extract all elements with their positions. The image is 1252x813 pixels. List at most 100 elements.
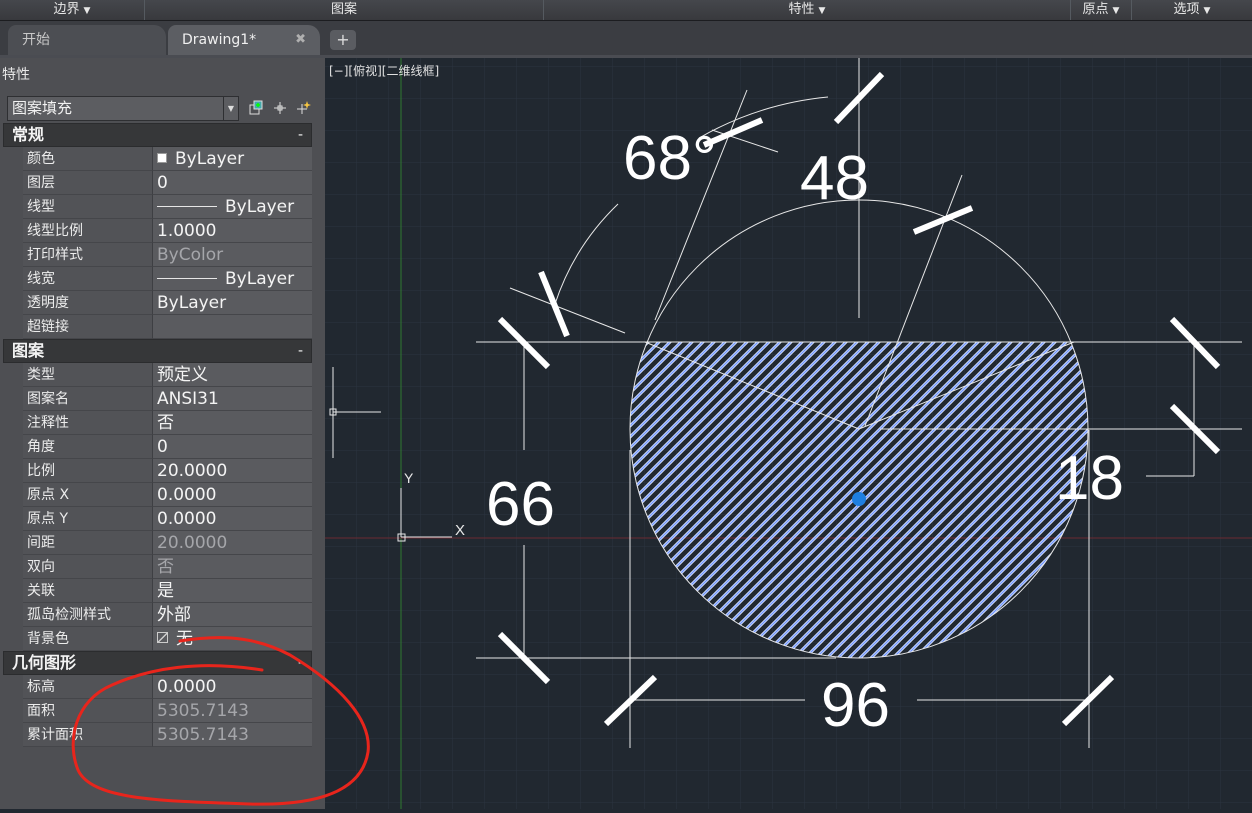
model-space[interactable]: Y X 68° 48 66 18 96 xyxy=(325,58,1252,809)
property-row-origin-x[interactable]: 原点 X 0.0000 xyxy=(3,483,312,507)
dim-top-text[interactable]: 48 xyxy=(800,144,869,213)
close-icon[interactable]: ✖ xyxy=(295,25,306,55)
property-key: 线型比例 xyxy=(23,219,153,243)
options-panel-button[interactable]: 选项 ▼ xyxy=(1132,0,1252,20)
property-value[interactable]: ByLayer xyxy=(153,195,312,219)
section-pattern-label: 图案 xyxy=(12,341,45,360)
property-row-associative[interactable]: 关联 是 xyxy=(3,579,312,603)
property-row-cumulative-area[interactable]: 累计面积 5305.7143 xyxy=(3,723,312,747)
property-row-elevation[interactable]: 标高 0.0000 xyxy=(3,675,312,699)
property-key: 类型 xyxy=(23,363,153,387)
section-geometry[interactable]: 几何图形 - xyxy=(3,651,312,675)
properties-palette: 特性 图案填充 ▼ 常规 - 颜色 ByLayer 图层 0 线型 ByLaye… xyxy=(0,58,325,809)
property-value[interactable]: 0 xyxy=(153,435,312,459)
property-grid: 常规 - 颜色 ByLayer 图层 0 线型 ByLayer 线型比例 1.0… xyxy=(3,123,312,747)
dim-height-text[interactable]: 66 xyxy=(486,470,555,539)
property-value[interactable]: ANSI31 xyxy=(153,387,312,411)
property-row-plot-style[interactable]: 打印样式 ByColor xyxy=(3,243,312,267)
hatch-grip[interactable] xyxy=(852,492,866,506)
object-type-value: 图案填充 xyxy=(12,99,73,117)
dim-width-text[interactable]: 96 xyxy=(821,671,890,740)
property-row-color[interactable]: 颜色 ByLayer xyxy=(3,147,312,171)
property-key: 图案名 xyxy=(23,387,153,411)
toggle-pickadd-icon[interactable] xyxy=(247,100,265,118)
chevron-down-icon: ▼ xyxy=(1112,6,1120,16)
background-color-value: 无 xyxy=(176,629,193,649)
property-value[interactable]: 0.0000 xyxy=(153,507,312,531)
tab-start-label: 开始 xyxy=(22,32,50,48)
property-row-spacing[interactable]: 间距 20.0000 xyxy=(3,531,312,555)
origin-panel-button[interactable]: 原点 ▼ xyxy=(1071,0,1132,20)
pattern-label: 图案 xyxy=(330,2,357,17)
property-value: 5305.7143 xyxy=(153,723,312,747)
property-row-linetype[interactable]: 线型 ByLayer xyxy=(3,195,312,219)
object-type-select[interactable]: 图案填充 ▼ xyxy=(7,96,239,121)
property-row-background-color[interactable]: 背景色 无 xyxy=(3,627,312,651)
drawing-canvas[interactable]: Y X 68° 48 66 18 96 xyxy=(325,58,1252,809)
property-value[interactable]: 20.0000 xyxy=(153,459,312,483)
no-fill-swatch-icon xyxy=(157,632,168,643)
property-row-annotative[interactable]: 注释性 否 xyxy=(3,411,312,435)
property-row-type[interactable]: 类型 预定义 xyxy=(3,363,312,387)
property-key: 标高 xyxy=(23,675,153,699)
property-key: 孤岛检测样式 xyxy=(23,603,153,627)
collapse-icon[interactable]: - xyxy=(298,652,303,674)
chevron-down-icon: ▼ xyxy=(1203,6,1211,16)
property-value[interactable]: 无 xyxy=(153,627,312,651)
new-tab-button[interactable]: + xyxy=(330,30,356,50)
property-value[interactable]: ByLayer xyxy=(153,147,312,171)
dim-right-text[interactable]: 18 xyxy=(1055,444,1124,513)
property-value[interactable] xyxy=(153,315,312,339)
section-pattern[interactable]: 图案 - xyxy=(3,339,312,363)
property-value[interactable]: 是 xyxy=(153,579,312,603)
property-value[interactable]: 1.0000 xyxy=(153,219,312,243)
property-value[interactable]: ByLayer xyxy=(153,267,312,291)
property-row-pattern-name[interactable]: 图案名 ANSI31 xyxy=(3,387,312,411)
property-row-lineweight[interactable]: 线宽 ByLayer xyxy=(3,267,312,291)
quick-select-icon[interactable] xyxy=(295,100,313,118)
collapse-icon[interactable]: - xyxy=(298,340,303,362)
property-value[interactable]: 预定义 xyxy=(153,363,312,387)
property-key: 角度 xyxy=(23,435,153,459)
property-row-area[interactable]: 面积 5305.7143 xyxy=(3,699,312,723)
property-value[interactable]: 外部 xyxy=(153,603,312,627)
property-value[interactable]: ByLayer xyxy=(153,291,312,315)
property-key: 颜色 xyxy=(23,147,153,171)
property-row-scale[interactable]: 比例 20.0000 xyxy=(3,459,312,483)
property-row-angle[interactable]: 角度 0 xyxy=(3,435,312,459)
dim-angle-text[interactable]: 68° xyxy=(623,124,717,193)
palette-title: 特性 xyxy=(2,67,30,83)
property-value[interactable]: 0 xyxy=(153,171,312,195)
color-value: ByLayer xyxy=(175,149,245,169)
color-swatch-icon xyxy=(157,153,167,163)
property-key: 线型 xyxy=(23,195,153,219)
linetype-value: ByLayer xyxy=(225,197,295,217)
property-row-island-style[interactable]: 孤岛检测样式 外部 xyxy=(3,603,312,627)
property-row-origin-y[interactable]: 原点 Y 0.0000 xyxy=(3,507,312,531)
tab-start[interactable]: 开始 xyxy=(8,25,166,55)
property-row-double[interactable]: 双向 否 xyxy=(3,555,312,579)
property-row-hyperlink[interactable]: 超链接 xyxy=(3,315,312,339)
property-key: 累计面积 xyxy=(23,723,153,747)
section-general-label: 常规 xyxy=(12,125,45,144)
property-row-transparency[interactable]: 透明度 ByLayer xyxy=(3,291,312,315)
properties-panel-button[interactable]: 特性 ▼ xyxy=(544,0,1071,20)
options-label: 选项 xyxy=(1173,2,1200,17)
property-value[interactable]: 0.0000 xyxy=(153,675,312,699)
property-value: 5305.7143 xyxy=(153,699,312,723)
pattern-panel-label[interactable]: 图案 xyxy=(145,0,544,20)
section-general[interactable]: 常规 - xyxy=(3,123,312,147)
property-row-linetype-scale[interactable]: 线型比例 1.0000 xyxy=(3,219,312,243)
select-objects-icon[interactable] xyxy=(271,100,289,118)
property-key: 透明度 xyxy=(23,291,153,315)
property-value[interactable]: 否 xyxy=(153,411,312,435)
property-row-layer[interactable]: 图层 0 xyxy=(3,171,312,195)
boundary-panel-button[interactable]: 边界 ▼ xyxy=(0,0,145,20)
tab-drawing1[interactable]: Drawing1* ✖ xyxy=(168,25,320,55)
plus-icon: + xyxy=(336,30,350,49)
file-tab-bar: 开始 Drawing1* ✖ + xyxy=(0,21,1252,58)
viewport-controls[interactable]: [−][俯视][二维线框] xyxy=(329,62,439,79)
property-key: 背景色 xyxy=(23,627,153,651)
collapse-icon[interactable]: - xyxy=(298,124,303,146)
property-value[interactable]: 0.0000 xyxy=(153,483,312,507)
